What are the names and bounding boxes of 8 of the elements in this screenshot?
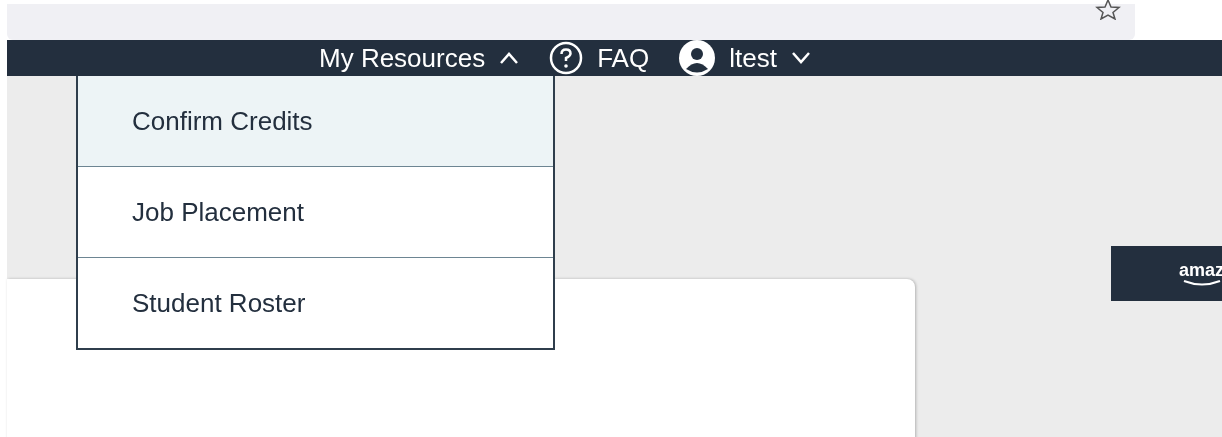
faq-link[interactable]: FAQ [549, 41, 650, 75]
resources-menu[interactable]: My Resources [319, 42, 520, 74]
menu-item[interactable]: Confirm Credits [78, 76, 553, 167]
help-icon [549, 41, 584, 75]
user-menu[interactable]: ltest [679, 40, 811, 76]
chevron-up-icon [499, 51, 520, 65]
chevron-down-icon [790, 51, 811, 65]
star-icon[interactable] [1095, 0, 1121, 20]
